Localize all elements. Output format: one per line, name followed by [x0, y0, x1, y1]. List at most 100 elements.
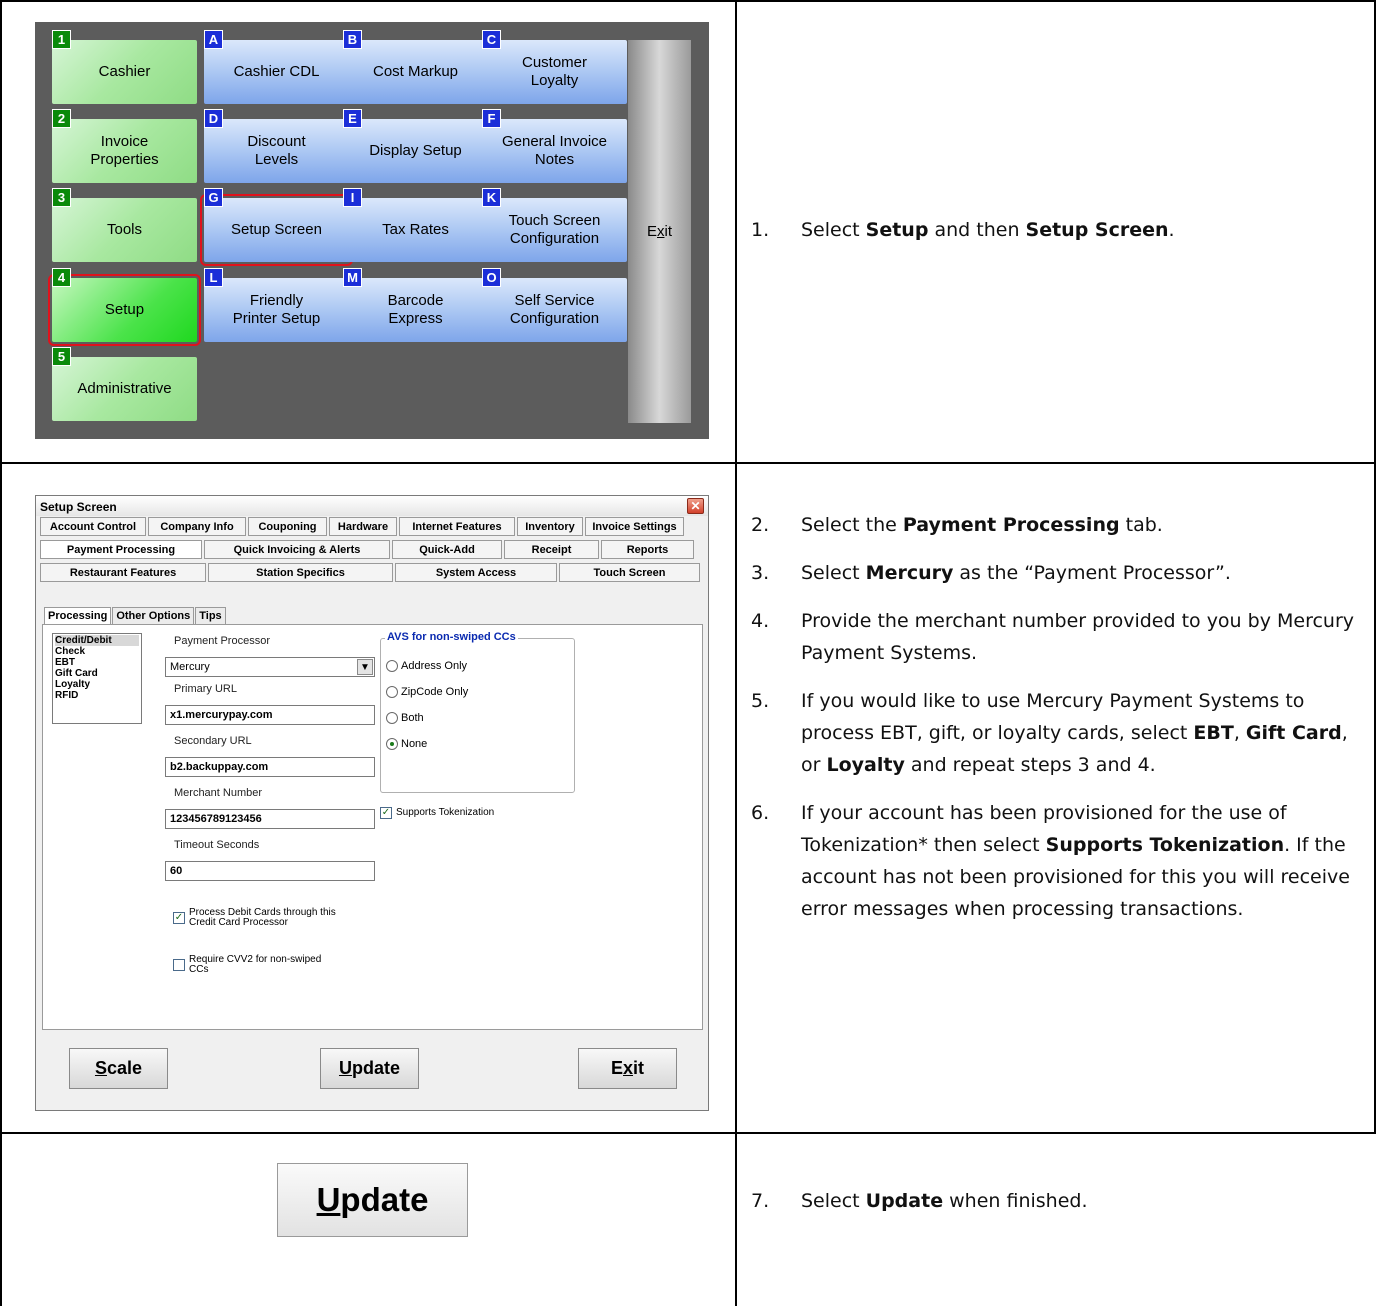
step-1: 1. Select Setup and then Setup Screen.: [751, 214, 1361, 246]
tab-internet-features[interactable]: Internet Features: [399, 517, 515, 536]
tab-hardware[interactable]: Hardware: [329, 517, 397, 536]
step-text: as the “Payment Processor”.: [953, 562, 1231, 584]
tab-system-access[interactable]: System Access: [395, 563, 557, 582]
menu-tile-general-invoice-notes[interactable]: F General Invoice Notes: [482, 109, 627, 183]
tile-label: Friendly Printer Setup: [232, 292, 321, 327]
tile-key-badge: 4: [52, 268, 71, 287]
chevron-down-icon[interactable]: ▼: [357, 659, 373, 675]
tile-key-badge: L: [204, 268, 223, 287]
tab-station-specifics[interactable]: Station Specifics: [208, 563, 393, 582]
menu-tile-touch-screen-configuration[interactable]: K Touch Screen Configuration: [482, 188, 627, 262]
menu-tile-display-setup[interactable]: E Display Setup: [343, 109, 488, 183]
tab-quick-add[interactable]: Quick-Add: [392, 540, 502, 559]
menu-tile-setup[interactable]: 4 Setup: [48, 268, 201, 346]
tab-row-1: Account Control Company Info Couponing H…: [40, 517, 686, 536]
main-menu-screenshot: 1 Cashier 2 Invoice Properties 3 Tools 4…: [35, 22, 709, 439]
tile-key-badge: 2: [52, 109, 71, 128]
timeout-seconds-field[interactable]: 60: [165, 861, 375, 881]
table-column-divider: [735, 0, 737, 1306]
menu-tile-setup-screen[interactable]: G Setup Screen: [200, 188, 353, 266]
subtab-tips[interactable]: Tips: [195, 607, 226, 625]
process-debit-checkbox[interactable]: ✓ Process Debit Cards through this Credi…: [173, 908, 336, 928]
tab-payment-processing[interactable]: Payment Processing: [40, 540, 202, 559]
menu-tile-customer-loyalty[interactable]: C Customer Loyalty: [482, 30, 627, 104]
avs-radio-none[interactable]: None: [386, 738, 427, 750]
require-cvv2-label: Require CVV2 for non-swiped: [189, 954, 322, 965]
step-text: and then: [928, 219, 1026, 241]
step-5: 5. If you would like to use Mercury Paym…: [751, 685, 1361, 781]
tab-restaurant-features[interactable]: Restaurant Features: [40, 563, 206, 582]
exit-button[interactable]: Ex it: [578, 1048, 677, 1089]
tile-label: Cashier: [98, 63, 151, 80]
menu-tile-tax-rates[interactable]: I Tax Rates: [343, 188, 488, 262]
step-number: 7.: [751, 1190, 770, 1212]
button-hotkey: S: [94, 1058, 107, 1078]
tile-label: Setup: [104, 301, 145, 318]
primary-url-field[interactable]: x1.mercurypay.com: [165, 705, 375, 725]
list-item[interactable]: Gift Card: [55, 668, 139, 679]
table-border-top: [0, 0, 1376, 2]
step-bold: Loyalty: [826, 754, 905, 776]
menu-tile-tools[interactable]: 3 Tools: [52, 188, 197, 262]
tile-label: Display Setup: [369, 142, 462, 159]
steps-row-3: 7. Select Update when finished.: [751, 1185, 1361, 1233]
menu-tile-cost-markup[interactable]: B Cost Markup: [343, 30, 488, 104]
tile-key-badge: I: [343, 188, 362, 207]
tab-invoice-settings[interactable]: Invoice Settings: [585, 517, 684, 536]
tab-reports[interactable]: Reports: [601, 540, 694, 559]
avs-radio-zipcode-only[interactable]: ZipCode Only: [386, 686, 468, 698]
radio-label: Address Only: [401, 660, 468, 672]
merchant-number-field[interactable]: 123456789123456: [165, 809, 375, 829]
processing-pane: Credit/Debit Check EBT Gift Card Loyalty…: [42, 624, 703, 1030]
subtab-other-options[interactable]: Other Options: [112, 607, 195, 625]
update-button[interactable]: Update: [320, 1048, 419, 1089]
payment-processor-select[interactable]: Mercury ▼: [165, 657, 375, 677]
list-item[interactable]: RFID: [55, 690, 139, 701]
tile-key-badge: B: [343, 30, 362, 49]
scale-button[interactable]: Scale: [69, 1048, 168, 1089]
tab-quick-invoicing-alerts[interactable]: Quick Invoicing & Alerts: [204, 540, 390, 559]
tab-account-control[interactable]: Account Control: [40, 517, 146, 536]
menu-exit-button[interactable]: Ex it: [628, 40, 691, 423]
menu-tile-self-service-configuration[interactable]: O Self Service Configuration: [482, 268, 627, 342]
tile-key-badge: G: [204, 188, 223, 207]
tab-company-info[interactable]: Company Info: [148, 517, 246, 536]
menu-tile-invoice-properties[interactable]: 2 Invoice Properties: [52, 109, 197, 183]
button-label: E: [610, 1058, 623, 1078]
payment-type-list[interactable]: Credit/Debit Check EBT Gift Card Loyalty…: [52, 633, 142, 724]
secondary-url-field[interactable]: b2.backuppay.com: [165, 757, 375, 777]
tab-touch-screen[interactable]: Touch Screen: [559, 563, 700, 582]
supports-tokenization-checkbox[interactable]: ✓ Supports Tokenization: [380, 807, 494, 819]
menu-tile-cashier-cdl[interactable]: A Cashier CDL: [204, 30, 349, 104]
avs-radio-both[interactable]: Both: [386, 712, 424, 724]
menu-tile-cashier[interactable]: 1 Cashier: [52, 30, 197, 104]
primary-url-label: Primary URL: [174, 683, 237, 695]
tab-couponing[interactable]: Couponing: [248, 517, 327, 536]
tab-inventory[interactable]: Inventory: [517, 517, 583, 536]
list-item[interactable]: Credit/Debit: [55, 635, 139, 646]
list-item[interactable]: EBT: [55, 657, 139, 668]
close-icon[interactable]: ✕: [687, 498, 704, 514]
subtab-processing[interactable]: Processing: [44, 607, 112, 625]
menu-tile-administrative[interactable]: 5 Administrative: [52, 347, 197, 421]
menu-tile-discount-levels[interactable]: D Discount Levels: [204, 109, 349, 183]
step-text: when finished.: [943, 1190, 1088, 1212]
list-item[interactable]: Check: [55, 646, 139, 657]
update-button-image[interactable]: Update: [277, 1163, 468, 1237]
timeout-seconds-label: Timeout Seconds: [174, 839, 260, 851]
checkbox-checked-icon: ✓: [173, 912, 185, 924]
step-number: 6.: [751, 802, 770, 824]
menu-tile-friendly-printer-setup[interactable]: L Friendly Printer Setup: [204, 268, 349, 342]
menu-tile-barcode-express[interactable]: M Barcode Express: [343, 268, 488, 342]
payment-processor-value: Mercury: [170, 661, 210, 673]
exit-label-hotkey: x: [657, 223, 665, 240]
step-number: 4.: [751, 610, 770, 632]
require-cvv2-checkbox[interactable]: Require CVV2 for non-swiped CCs: [173, 955, 321, 975]
step-bold: Supports Tokenization: [1045, 834, 1285, 856]
button-label: pdate: [340, 1181, 429, 1218]
step-7: 7. Select Update when finished.: [751, 1185, 1361, 1217]
list-item[interactable]: Loyalty: [55, 679, 139, 690]
avs-radio-address-only[interactable]: Address Only: [386, 660, 467, 672]
table-border-left: [0, 0, 2, 1306]
tab-receipt[interactable]: Receipt: [504, 540, 599, 559]
